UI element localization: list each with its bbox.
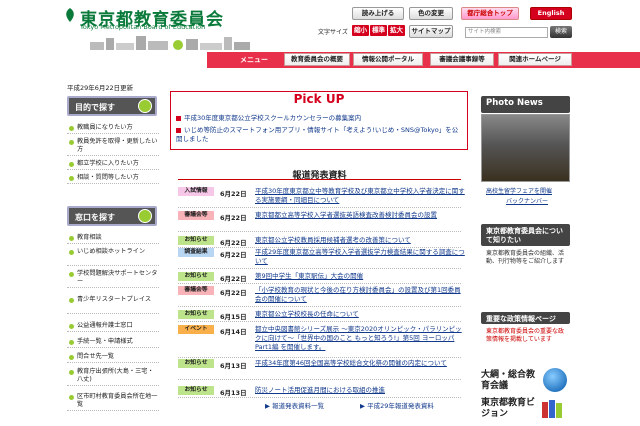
news-link[interactable]: 東京都都立高等学校入学者選抜英語検査改善検討委員会の設置 <box>255 211 465 229</box>
tab-board-overview[interactable]: 教育委員会の概要 <box>284 53 350 66</box>
news-date: 6月13日 <box>220 389 247 397</box>
news-divider <box>178 283 461 284</box>
pickup-item[interactable]: 平成30年度東京都公立学校スクールカウンセラーの募集案内 <box>176 114 361 123</box>
news-badge: お知らせ <box>178 272 214 281</box>
english-button[interactable]: English <box>530 7 572 20</box>
policy-title[interactable]: 重要な政策情報ページ <box>481 312 570 324</box>
search-icon <box>138 99 152 113</box>
news-date: 6月22日 <box>220 239 247 247</box>
news-date: 6月22日 <box>220 289 247 297</box>
news-badge: お知らせ <box>178 359 214 368</box>
counter-item[interactable]: 教育庁出張所(大島・三宅・八丈) <box>67 366 159 386</box>
font-small-button[interactable]: 縮小 <box>352 25 369 36</box>
news-date: 6月22日 <box>220 190 247 198</box>
tab-council-minutes[interactable]: 審議会議事録等 <box>430 53 494 66</box>
news-link[interactable]: 東京都公立学校校長の任命について <box>255 310 465 319</box>
counter-item[interactable]: 学校問題解決サポートセンター <box>67 268 159 288</box>
news-year-label: 平成29年報道発表資料 <box>367 402 434 410</box>
menu-bar <box>207 52 640 68</box>
news-badge: お知らせ <box>178 386 214 395</box>
globe-icon <box>543 368 567 392</box>
about-title[interactable]: 東京都教育委員会について知りたい <box>481 224 570 246</box>
counter-item[interactable]: 手続一覧・申請様式 <box>67 336 159 348</box>
counter-item[interactable]: 青少年リスタートプレイス <box>67 294 159 314</box>
news-date: 6月22日 <box>220 251 247 259</box>
news-link[interactable]: 第9回中学生「東京駅伝」大会の開催 <box>255 272 465 281</box>
search-input[interactable]: サイト内検索 <box>465 27 548 38</box>
news-date: 6月13日 <box>220 362 247 370</box>
font-normal-button[interactable]: 標準 <box>370 25 387 36</box>
purpose-item[interactable]: 相談・質問等したい方 <box>67 172 159 184</box>
news-divider <box>178 379 461 380</box>
news-divider <box>178 268 461 269</box>
search-button[interactable]: 検索 <box>550 26 572 38</box>
news-divider <box>178 306 461 307</box>
policy-text: 東京都教育委員会の重要な政策情報を掲載しています <box>486 328 565 343</box>
banner-vision[interactable]: 東京都教育ビジョン <box>481 398 539 420</box>
about-text: 東京都教育委員会の組織、活動、刊行物等をご紹介します <box>486 250 565 265</box>
news-badge: 調査結果 <box>178 248 214 257</box>
news-divider <box>178 357 461 358</box>
news-divider <box>178 321 461 322</box>
counter-item[interactable]: 公益通報弁護士窓口 <box>67 320 159 332</box>
purpose-item[interactable]: 教職員になりたい方 <box>67 122 159 134</box>
tab-related-sites[interactable]: 関連ホームページ <box>498 53 572 66</box>
books-icon <box>542 400 562 418</box>
photo-news-title: Photo News <box>481 96 570 113</box>
news-title: 報道発表資料 <box>178 168 461 181</box>
counter-header: 窓口を探す <box>67 206 157 226</box>
news-date: 6月15日 <box>220 313 247 321</box>
pickup-item[interactable]: いじめ等防止のスマートフォン用アプリ・情報サイト「考えよう!いじめ・SNS@To… <box>176 126 461 144</box>
news-link[interactable]: 平成30年度東京都立中等教育学校及び東京都立中学校入学者決定に関する実施要綱・同… <box>255 187 465 205</box>
counter-title: 窓口を探す <box>75 213 115 222</box>
purpose-item[interactable]: 教員免許を取得・更新したい方 <box>67 136 159 156</box>
purpose-item[interactable]: 都立学校に入りたい方 <box>67 158 159 170</box>
backnumber-link[interactable]: バックナンバー <box>506 196 548 205</box>
news-list-link[interactable]: ▶ 報道発表資料一覧 <box>265 400 324 413</box>
sitemap-button[interactable]: サイトマップ <box>409 25 453 38</box>
counter-item[interactable]: いじめ相談ホットライン <box>67 246 159 266</box>
site-title-en: Tokyo Metropolitan Board of Education <box>80 23 206 31</box>
news-badge: 審議会等 <box>178 286 214 295</box>
metro-top-button[interactable]: 都庁総合トップ <box>461 7 519 20</box>
counter-item[interactable]: 区市町村教育委員会所在地一覧 <box>67 391 159 411</box>
news-badge: お知らせ <box>178 236 214 245</box>
banner-outline[interactable]: 大綱・総合教育会議 <box>481 370 541 392</box>
news-link[interactable]: 平成34年度第46回全国高等学校総合文化祭の開催の内定について <box>255 359 465 377</box>
search-icon <box>138 209 152 223</box>
menu-label: メニュー <box>240 56 268 64</box>
read-aloud-button[interactable]: 読み上げる <box>352 7 404 20</box>
tokyo-logo-icon <box>66 8 74 22</box>
news-badge: イベント <box>178 325 214 334</box>
news-divider <box>178 397 461 398</box>
news-date: 6月22日 <box>220 275 247 283</box>
news-link[interactable]: 「小学校教育の現状と今後の在り方検討委員会」の設置及び第1回委員会の開催について <box>255 286 465 304</box>
pickup-title: Pick UP <box>293 92 345 106</box>
news-year-link[interactable]: ▶ 平成29年報道発表資料 <box>360 400 434 413</box>
news-list-label: 報道発表資料一覧 <box>272 402 325 410</box>
updated-date: 平成29年6月22日更新 <box>67 84 134 92</box>
counter-item[interactable]: 問合せ先一覧 <box>67 351 159 363</box>
font-size-label: 文字サイズ <box>318 29 348 36</box>
news-badge: お知らせ <box>178 310 214 319</box>
purpose-title: 目的で探す <box>75 103 115 112</box>
counter-item[interactable]: 教育相談 <box>67 232 159 244</box>
news-date: 6月14日 <box>220 328 247 336</box>
purpose-header: 目的で探す <box>67 96 157 116</box>
news-badge: 審議会等 <box>178 211 214 220</box>
font-large-button[interactable]: 拡大 <box>388 25 405 36</box>
news-badge: 入試情報 <box>178 187 214 196</box>
tab-info-portal[interactable]: 情報公開ポータル <box>353 53 423 66</box>
photo-news-image[interactable] <box>481 114 570 182</box>
news-link[interactable]: 防災ノート活用促進月間における取組の推進 <box>255 386 465 395</box>
news-date: 6月22日 <box>220 214 247 222</box>
city-skyline-icon <box>90 36 250 50</box>
news-divider <box>178 231 461 232</box>
photo-caption[interactable]: 高校生留学フェアを開催 <box>486 186 552 195</box>
color-change-button[interactable]: 色の変更 <box>409 7 453 20</box>
news-link[interactable]: 平成29年度東京都立高等学校入学者選抜学力検査結果に関する調査について <box>255 248 465 266</box>
news-link[interactable]: 東京都公立学校教員採用候補者選考の改善策について <box>255 236 465 245</box>
news-divider <box>178 207 461 208</box>
news-link[interactable]: 都立中央図書館シリーズ展示 ～東京2020オリンピック・パラリンピックに向けて～… <box>255 325 465 355</box>
